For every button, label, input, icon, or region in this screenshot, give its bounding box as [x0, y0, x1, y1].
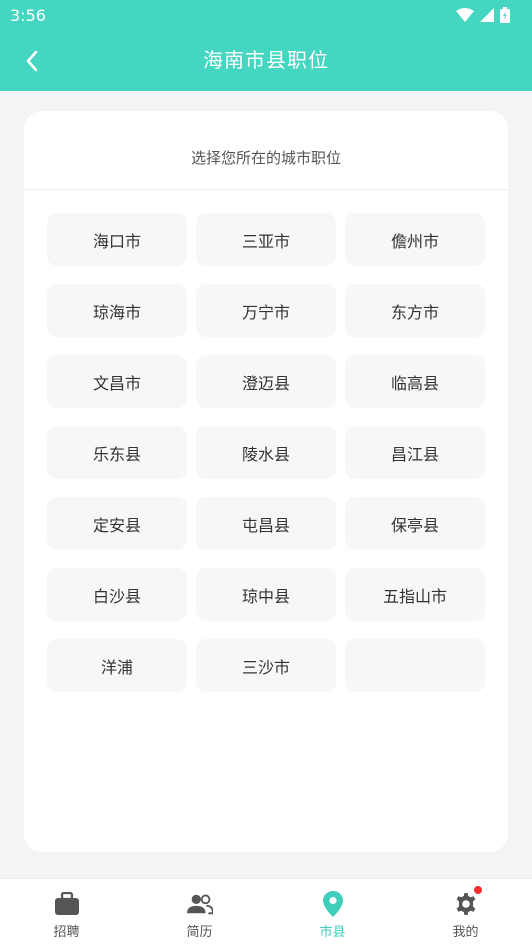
city-button[interactable]: 乐东县 — [47, 426, 187, 479]
city-button[interactable]: 儋州市 — [345, 213, 485, 266]
tab-recruit[interactable]: 招聘 — [0, 879, 133, 946]
bottom-tab-bar: 招聘 简历 市县 我的 — [0, 878, 532, 946]
tab-mine[interactable]: 我的 — [399, 879, 532, 946]
city-button[interactable]: 洋浦 — [47, 639, 187, 692]
city-button-empty[interactable] — [345, 639, 485, 692]
city-button[interactable]: 陵水县 — [196, 426, 336, 479]
city-button[interactable]: 三亚市 — [196, 213, 336, 266]
tab-label: 招聘 — [53, 925, 80, 940]
status-icons — [456, 7, 510, 23]
tab-label: 市县 — [319, 925, 346, 940]
city-button[interactable]: 五指山市 — [345, 568, 485, 621]
divider — [24, 189, 508, 190]
city-button[interactable]: 定安县 — [47, 497, 187, 550]
city-button[interactable]: 三沙市 — [196, 639, 336, 692]
status-bar: 3:56 — [0, 0, 532, 30]
city-button[interactable]: 万宁市 — [196, 284, 336, 337]
battery-icon — [500, 7, 510, 23]
city-button[interactable]: 临高县 — [345, 355, 485, 408]
signal-icon — [480, 8, 494, 22]
city-button[interactable]: 琼海市 — [47, 284, 187, 337]
wifi-icon — [456, 8, 474, 22]
city-button[interactable]: 澄迈县 — [196, 355, 336, 408]
card-subtitle: 选择您所在的城市职位 — [190, 149, 341, 167]
city-button[interactable]: 东方市 — [345, 284, 485, 337]
city-grid: 海口市 三亚市 儋州市 琼海市 万宁市 东方市 文昌市 澄迈县 临高县 乐东县 … — [47, 213, 485, 692]
city-button[interactable]: 海口市 — [47, 213, 187, 266]
page-title: 海南市县职位 — [203, 48, 329, 72]
city-button[interactable]: 昌江县 — [345, 426, 485, 479]
tab-resume[interactable]: 简历 — [133, 879, 266, 946]
status-time: 3:56 — [10, 6, 46, 25]
city-button[interactable]: 白沙县 — [47, 568, 187, 621]
city-button[interactable]: 文昌市 — [47, 355, 187, 408]
gear-icon — [453, 891, 479, 917]
tab-label: 简历 — [186, 925, 213, 940]
briefcase-icon — [54, 891, 80, 917]
city-button[interactable]: 琼中县 — [196, 568, 336, 621]
header: 3:56 海南市县职位 — [0, 0, 532, 91]
city-selection-card: 选择您所在的城市职位 海口市 三亚市 儋州市 琼海市 万宁市 东方市 文昌市 澄… — [24, 111, 508, 852]
city-button[interactable]: 屯昌县 — [196, 497, 336, 550]
people-icon — [186, 891, 213, 917]
tab-label: 我的 — [452, 925, 479, 940]
notification-badge — [474, 886, 482, 894]
location-pin-icon — [320, 891, 346, 917]
tab-city[interactable]: 市县 — [266, 879, 399, 946]
city-button[interactable]: 保亭县 — [345, 497, 485, 550]
